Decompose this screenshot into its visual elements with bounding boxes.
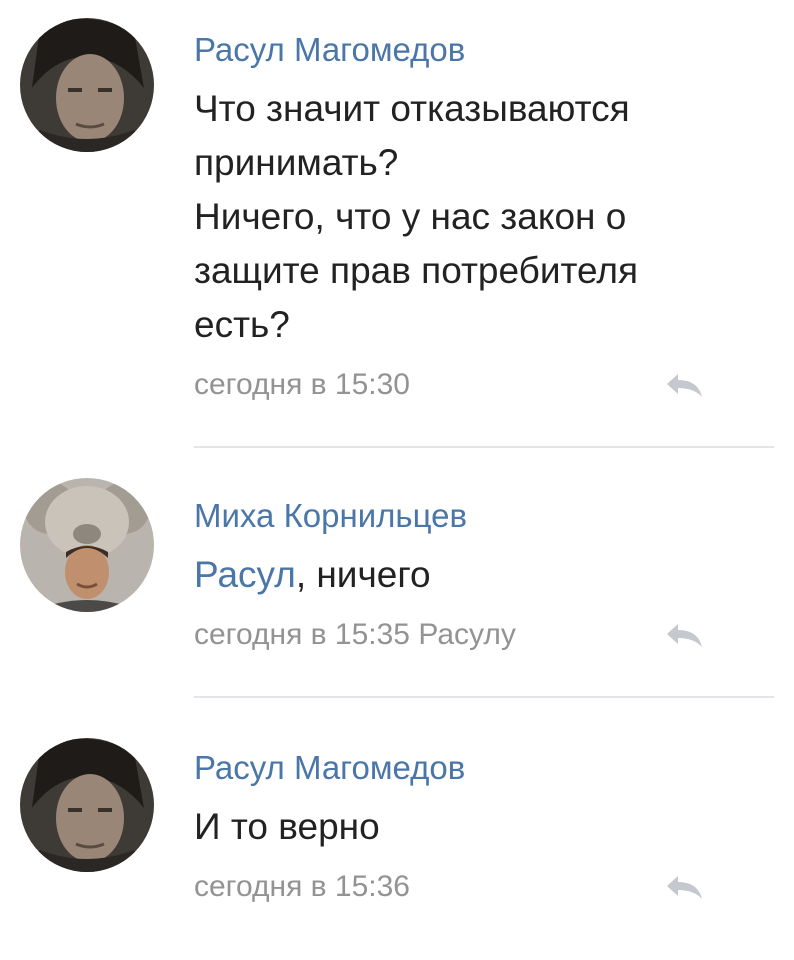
comment-text: И то верно (194, 800, 764, 854)
avatar[interactable] (20, 478, 154, 612)
comment-text-line: защите прав потребителя (194, 250, 639, 291)
mention-link[interactable]: Расул (194, 554, 296, 595)
comment-time[interactable]: сегодня в 15:36 (194, 870, 410, 903)
comment-meta: сегодня в 15:30 (194, 366, 764, 404)
reply-to-link[interactable]: Расулу (418, 618, 516, 651)
avatar[interactable] (20, 738, 154, 872)
comment-text-line: И то верно (194, 806, 380, 847)
avatar[interactable] (20, 18, 154, 152)
comment-text-rest: , ничего (295, 554, 431, 595)
comment-text-line: принимать? (194, 142, 399, 183)
comment-text-line: Ничего, что у нас закон о (194, 196, 627, 237)
comment-text-line: Что значит отказываются (194, 88, 630, 129)
divider (194, 446, 774, 448)
comment-time[interactable]: сегодня в 15:30 (194, 368, 410, 401)
reply-arrow-icon[interactable] (664, 872, 706, 902)
comment-text-line: Расул, ничего (194, 548, 764, 602)
divider (194, 696, 774, 698)
comment-text: Что значит отказываются принимать? Ничег… (194, 82, 764, 352)
comment-meta: сегодня в 15:36 (194, 868, 764, 906)
comment-author[interactable]: Расул Магомедов (194, 748, 764, 788)
comment-text-line: есть? (194, 304, 290, 345)
comment-time[interactable]: сегодня в 15:35 (194, 618, 410, 651)
comment-author[interactable]: Миха Корнильцев (194, 496, 764, 536)
comment-meta: сегодня в 15:35 Расулу (194, 616, 764, 654)
comment-author[interactable]: Расул Магомедов (194, 30, 764, 70)
reply-arrow-icon[interactable] (664, 620, 706, 650)
reply-arrow-icon[interactable] (664, 370, 706, 400)
comment-text: Расул, ничего (194, 548, 764, 602)
